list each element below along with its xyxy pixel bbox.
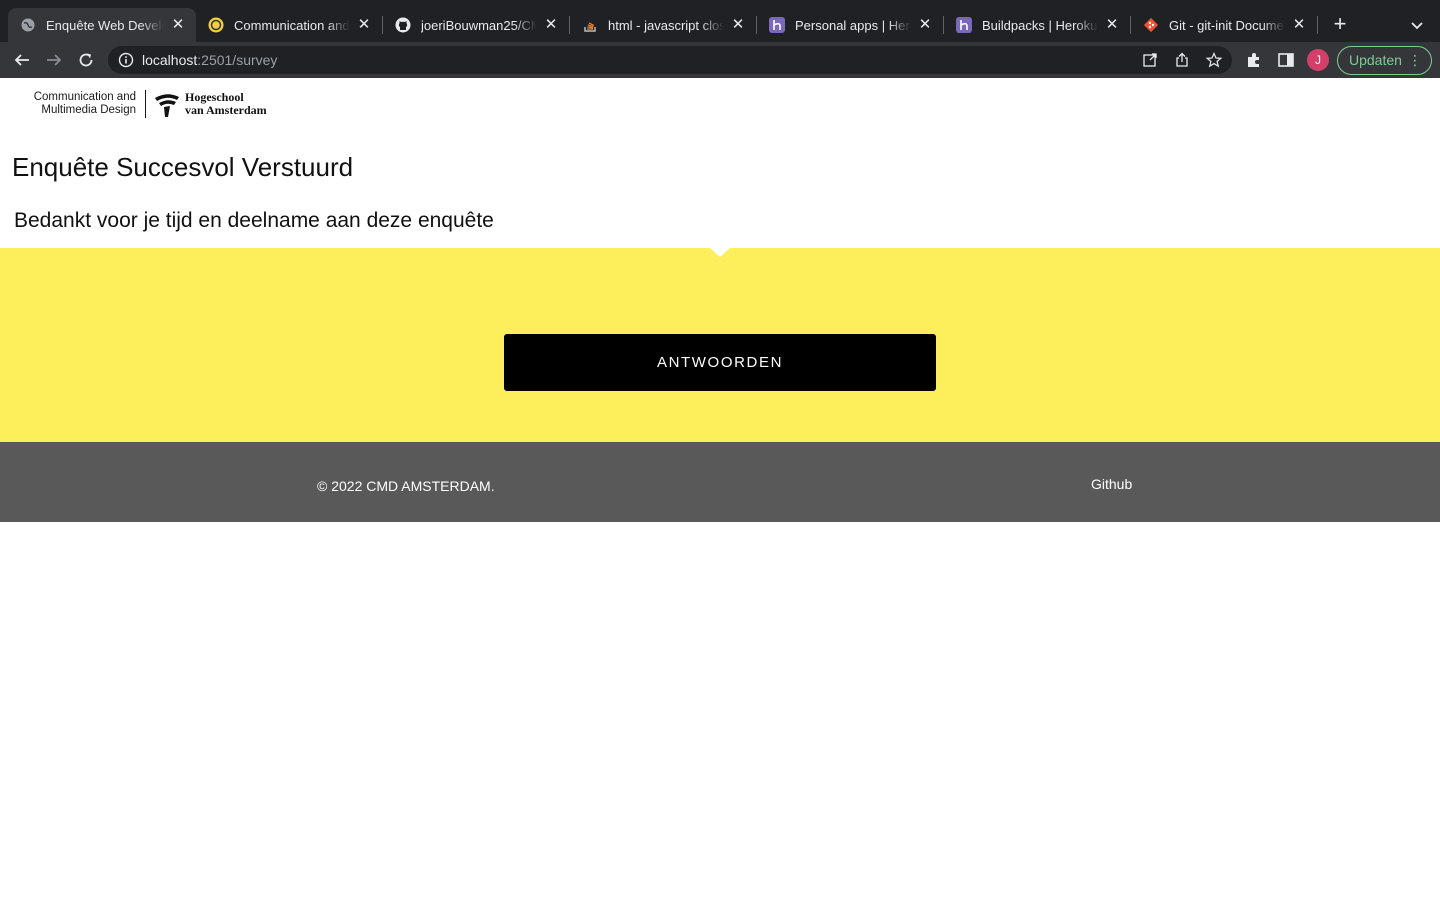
tab-separator: [1317, 16, 1318, 34]
answer-section: ANTWOORDEN: [0, 248, 1440, 442]
back-arrow-icon[interactable]: [10, 48, 34, 72]
reload-icon[interactable]: [74, 48, 98, 72]
close-tab-icon[interactable]: ✕: [1104, 17, 1120, 33]
tab-enquete[interactable]: Enquête Web Development ✕: [8, 8, 196, 42]
tab-title: Communication and Multimedia Design: [234, 17, 350, 33]
footer: © 2022 CMD AMSTERDAM. Github: [0, 442, 1440, 522]
cmd-logo-line2: Multimedia Design: [41, 103, 136, 116]
new-tab-plus-icon[interactable]: +: [1328, 13, 1352, 37]
bookmark-star-icon[interactable]: [1205, 52, 1223, 68]
close-tab-icon[interactable]: ✕: [1291, 17, 1307, 33]
update-label: Updaten: [1349, 52, 1402, 68]
tab-stackoverflow[interactable]: html - javascript close ✕: [570, 8, 756, 42]
heroku-icon: [956, 17, 972, 33]
url-text: localhost:2501/survey: [142, 52, 277, 68]
site-logo[interactable]: Communication and Multimedia Design Hoge…: [24, 90, 276, 120]
url-host: localhost: [142, 52, 198, 68]
share-icon[interactable]: [1174, 52, 1190, 68]
globe-icon: [20, 17, 36, 33]
tab-cmd[interactable]: Communication and Multimedia Design ✕: [196, 8, 382, 42]
logo-divider: [145, 90, 146, 118]
cmd-logo-text: Communication and Multimedia Design: [24, 91, 136, 116]
cmd-icon: [208, 17, 224, 33]
url-path: :2501/survey: [197, 52, 278, 68]
profile-avatar[interactable]: J: [1307, 49, 1329, 71]
answers-button[interactable]: ANTWOORDEN: [504, 334, 936, 391]
tab-title: Buildpacks | Heroku Dev Center: [982, 17, 1098, 33]
tab-heroku-buildpacks[interactable]: Buildpacks | Heroku Dev Center ✕: [944, 8, 1130, 42]
section-notch: [710, 248, 730, 257]
tab-title: joeriBouwman25/CMD: [421, 17, 537, 33]
tab-heroku-apps[interactable]: Personal apps | Heroku ✕: [757, 8, 943, 42]
tab-title: Personal apps | Heroku: [795, 17, 911, 33]
page-title: Enquête Succesvol Verstuurd: [12, 152, 354, 182]
extensions-puzzle-icon[interactable]: [1244, 50, 1264, 70]
tab-title: Enquête Web Development: [46, 17, 164, 33]
side-panel-icon[interactable]: [1276, 50, 1296, 70]
hva-logo-text: Hogeschool van Amsterdam: [185, 91, 267, 116]
git-icon: [1143, 17, 1159, 33]
hva-logo-line1: Hogeschool: [185, 90, 244, 104]
copyright-text: © 2022 CMD AMSTERDAM.: [317, 478, 495, 494]
tab-git[interactable]: Git - git-init Documentation ✕: [1131, 8, 1317, 42]
close-tab-icon[interactable]: ✕: [917, 17, 933, 33]
close-tab-icon[interactable]: ✕: [356, 17, 372, 33]
cmd-logo-line1: Communication and: [33, 91, 136, 103]
open-in-app-icon[interactable]: [1142, 52, 1158, 68]
tab-search-chevron-icon[interactable]: [1406, 14, 1428, 36]
hva-logo-line2: van Amsterdam: [185, 102, 267, 117]
address-bar[interactable]: localhost:2501/survey: [108, 46, 1232, 74]
github-link[interactable]: Github: [1091, 476, 1132, 492]
close-tab-icon[interactable]: ✕: [543, 17, 559, 33]
page-content: Communication and Multimedia Design Hoge…: [0, 78, 1440, 901]
tab-strip: Enquête Web Development ✕ Communication …: [0, 0, 1440, 42]
github-icon: [395, 17, 411, 33]
more-menu-icon[interactable]: ⋮: [1408, 47, 1422, 74]
heroku-icon: [769, 17, 785, 33]
browser-toolbar: localhost:2501/survey: [0, 42, 1440, 78]
update-button[interactable]: Updaten ⋮: [1337, 46, 1432, 75]
site-info-icon[interactable]: [118, 52, 134, 68]
close-tab-icon[interactable]: ✕: [170, 17, 186, 33]
tab-github[interactable]: joeriBouwman25/CMD ✕: [383, 8, 569, 42]
tab-title: Git - git-init Documentation: [1169, 17, 1285, 33]
hva-logo-icon: [154, 92, 180, 118]
tab-title: html - javascript close: [608, 17, 724, 33]
thanks-message: Bedankt voor je tijd en deelname aan dez…: [14, 209, 494, 232]
forward-arrow-icon[interactable]: [42, 48, 66, 72]
close-tab-icon[interactable]: ✕: [730, 17, 746, 33]
stackoverflow-icon: [582, 17, 598, 33]
